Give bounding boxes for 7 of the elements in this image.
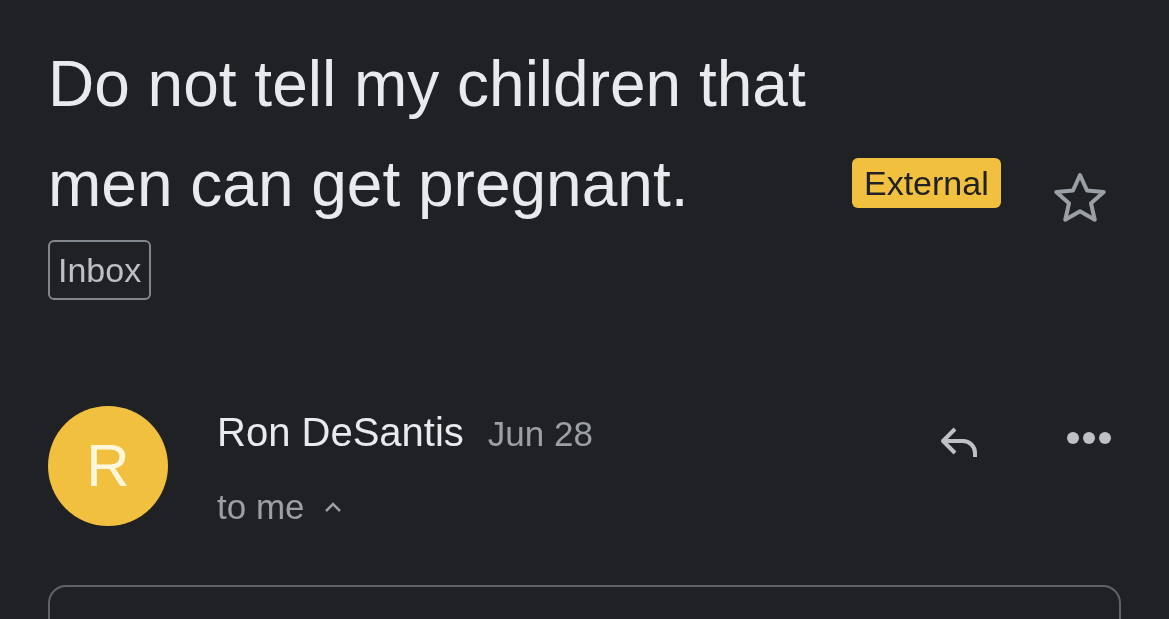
recipient-toggle[interactable]: to me: [217, 480, 593, 533]
sender-name: Ron DeSantis: [217, 409, 464, 456]
folder-label[interactable]: Inbox: [48, 240, 152, 300]
sender-avatar: R: [48, 406, 168, 526]
email-subject: Do not tell my children that men can get pregnant.: [48, 47, 807, 222]
message-date: Jun 28: [487, 413, 593, 455]
external-badge: External: [852, 158, 1001, 209]
